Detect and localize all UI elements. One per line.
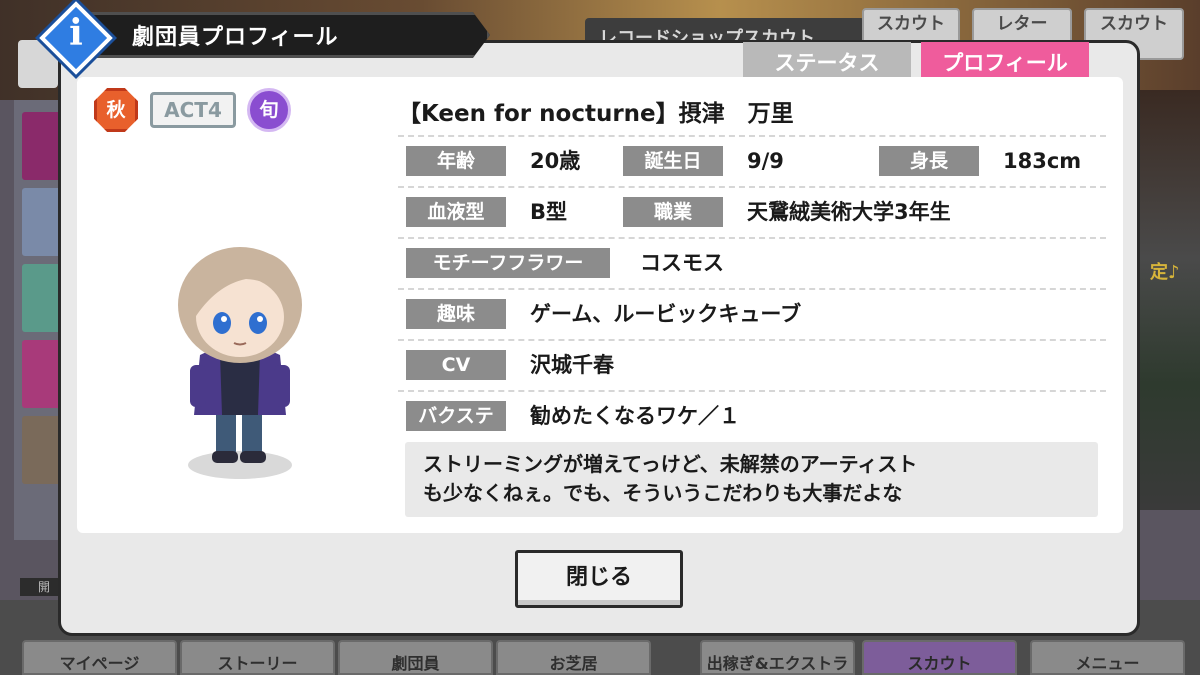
cv-value: 沢城千春 bbox=[530, 353, 614, 377]
hobby-label: 趣味 bbox=[406, 299, 506, 329]
height-value: 183cm bbox=[1003, 149, 1082, 173]
blood-type-label: 血液型 bbox=[406, 197, 506, 227]
height-label: 身長 bbox=[879, 146, 979, 176]
backstage-label: バクステ bbox=[406, 401, 506, 431]
flower-value: コスモス bbox=[640, 251, 724, 275]
flower-label: モチーフフラワー bbox=[406, 248, 610, 278]
background-nav-tag: 開 bbox=[20, 578, 60, 596]
birthday-value: 9/9 bbox=[747, 149, 784, 173]
comment-line: も少なくねぇ。でも、そういうこだわりも大事だよな bbox=[423, 481, 903, 505]
nav-tab-scout: スカウト bbox=[862, 640, 1017, 675]
nav-tab-menu: メニュー bbox=[1030, 640, 1185, 675]
tab-profile[interactable]: プロフィール bbox=[921, 42, 1089, 78]
divider bbox=[398, 339, 1106, 341]
cv-label: CV bbox=[406, 350, 506, 380]
job-label: 職業 bbox=[623, 197, 723, 227]
background-right-text: 定♪ bbox=[1150, 262, 1180, 283]
character-chibi-image bbox=[178, 247, 302, 479]
info-icon: i bbox=[39, 1, 113, 75]
age-label: 年齢 bbox=[406, 146, 506, 176]
job-value: 天鵞絨美術大学3年生 bbox=[747, 200, 951, 224]
birthday-label: 誕生日 bbox=[623, 146, 723, 176]
nav-tab-story: ストーリー bbox=[180, 640, 335, 675]
nav-tab-troupe: 劇団員 bbox=[338, 640, 493, 675]
hobby-value: ゲーム、ルービックキューブ bbox=[530, 302, 802, 326]
shun-badge: 旬 bbox=[247, 88, 291, 132]
divider bbox=[398, 288, 1106, 290]
divider bbox=[398, 135, 1106, 137]
blood-type-value: B型 bbox=[530, 200, 568, 224]
character-comment: ストリーミングが増えてっけど、未解禁のアーティスト も少なくねぇ。でも、そういう… bbox=[405, 442, 1098, 517]
divider bbox=[398, 390, 1106, 392]
comment-line: ストリーミングが増えてっけど、未解禁のアーティスト bbox=[423, 452, 918, 476]
nav-tab-mypage: マイページ bbox=[22, 640, 177, 675]
close-button[interactable]: 閉じる bbox=[515, 550, 683, 608]
nav-tab-play: お芝居 bbox=[496, 640, 651, 675]
act-badge: ACT4 bbox=[150, 92, 236, 128]
page-title: 劇団員プロフィール bbox=[132, 25, 339, 50]
divider bbox=[398, 237, 1106, 239]
background-right-strip bbox=[1140, 90, 1200, 510]
character-name: 【Keen for nocturne】摂津 万里 bbox=[398, 101, 794, 127]
age-value: 20歳 bbox=[530, 149, 581, 173]
nav-tab-extra: 出稼ぎ&エクストラ bbox=[700, 640, 855, 675]
backstage-value: 勧めたくなるワケ／１ bbox=[530, 404, 740, 428]
divider bbox=[398, 186, 1106, 188]
tab-status[interactable]: ステータス bbox=[743, 42, 911, 78]
